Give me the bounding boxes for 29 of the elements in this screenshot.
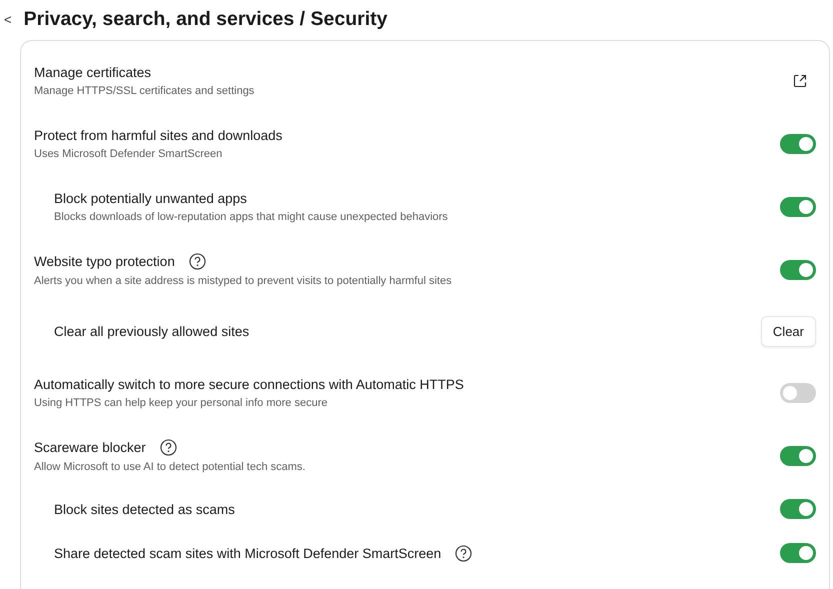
external-link-icon[interactable] [792,72,808,88]
setting-description: Uses Microsoft Defender SmartScreen [34,148,224,160]
help-icon[interactable] [160,438,177,456]
setting-description: Allow Microsoft to use AI to detect potential tech scams. [34,460,306,472]
clear-button[interactable]: Clear [760,316,816,346]
setting-title: Website typo protection [34,254,175,268]
toggle-switch[interactable] [780,382,816,402]
setting-title: Clear all previously allowed sites [54,324,250,338]
toggle-switch[interactable] [780,134,816,154]
setting-title: Automatically switch to more secure connections with Automatic HTTPS [34,376,464,392]
setting-title: Block sites detected as scams [54,502,235,516]
setting-title: Block potentially unwanted apps [54,190,247,206]
setting-description: Using HTTPS can help keep your personal info more secure [34,396,328,408]
toggle-switch[interactable] [780,196,816,216]
setting-description: Alerts you when a site address is mistyped to prevent visits to potentially harmful sites [34,274,453,286]
toggle-switch[interactable] [780,499,816,519]
setting-title: Manage certificates [34,64,152,80]
setting-title: Share detected scam sites with Microsoft Defender SmartScreen [54,546,442,560]
help-icon[interactable] [188,252,206,270]
page-title: Privacy, search, and services / Security [24,8,388,30]
setting-title: Scareware blocker [34,440,146,454]
setting-title: Protect from harmful sites and downloads [34,128,282,142]
setting-description: Blocks downloads of low-reputation apps that might cause unexpected behaviors [54,210,449,222]
toggle-switch[interactable] [780,446,816,466]
help-icon[interactable] [455,544,472,562]
setting-description: Manage HTTPS/SSL certificates and settings [34,84,256,96]
back-button[interactable]: < [4,12,12,26]
toggle-switch[interactable] [780,260,816,280]
toggle-switch[interactable] [780,543,816,563]
